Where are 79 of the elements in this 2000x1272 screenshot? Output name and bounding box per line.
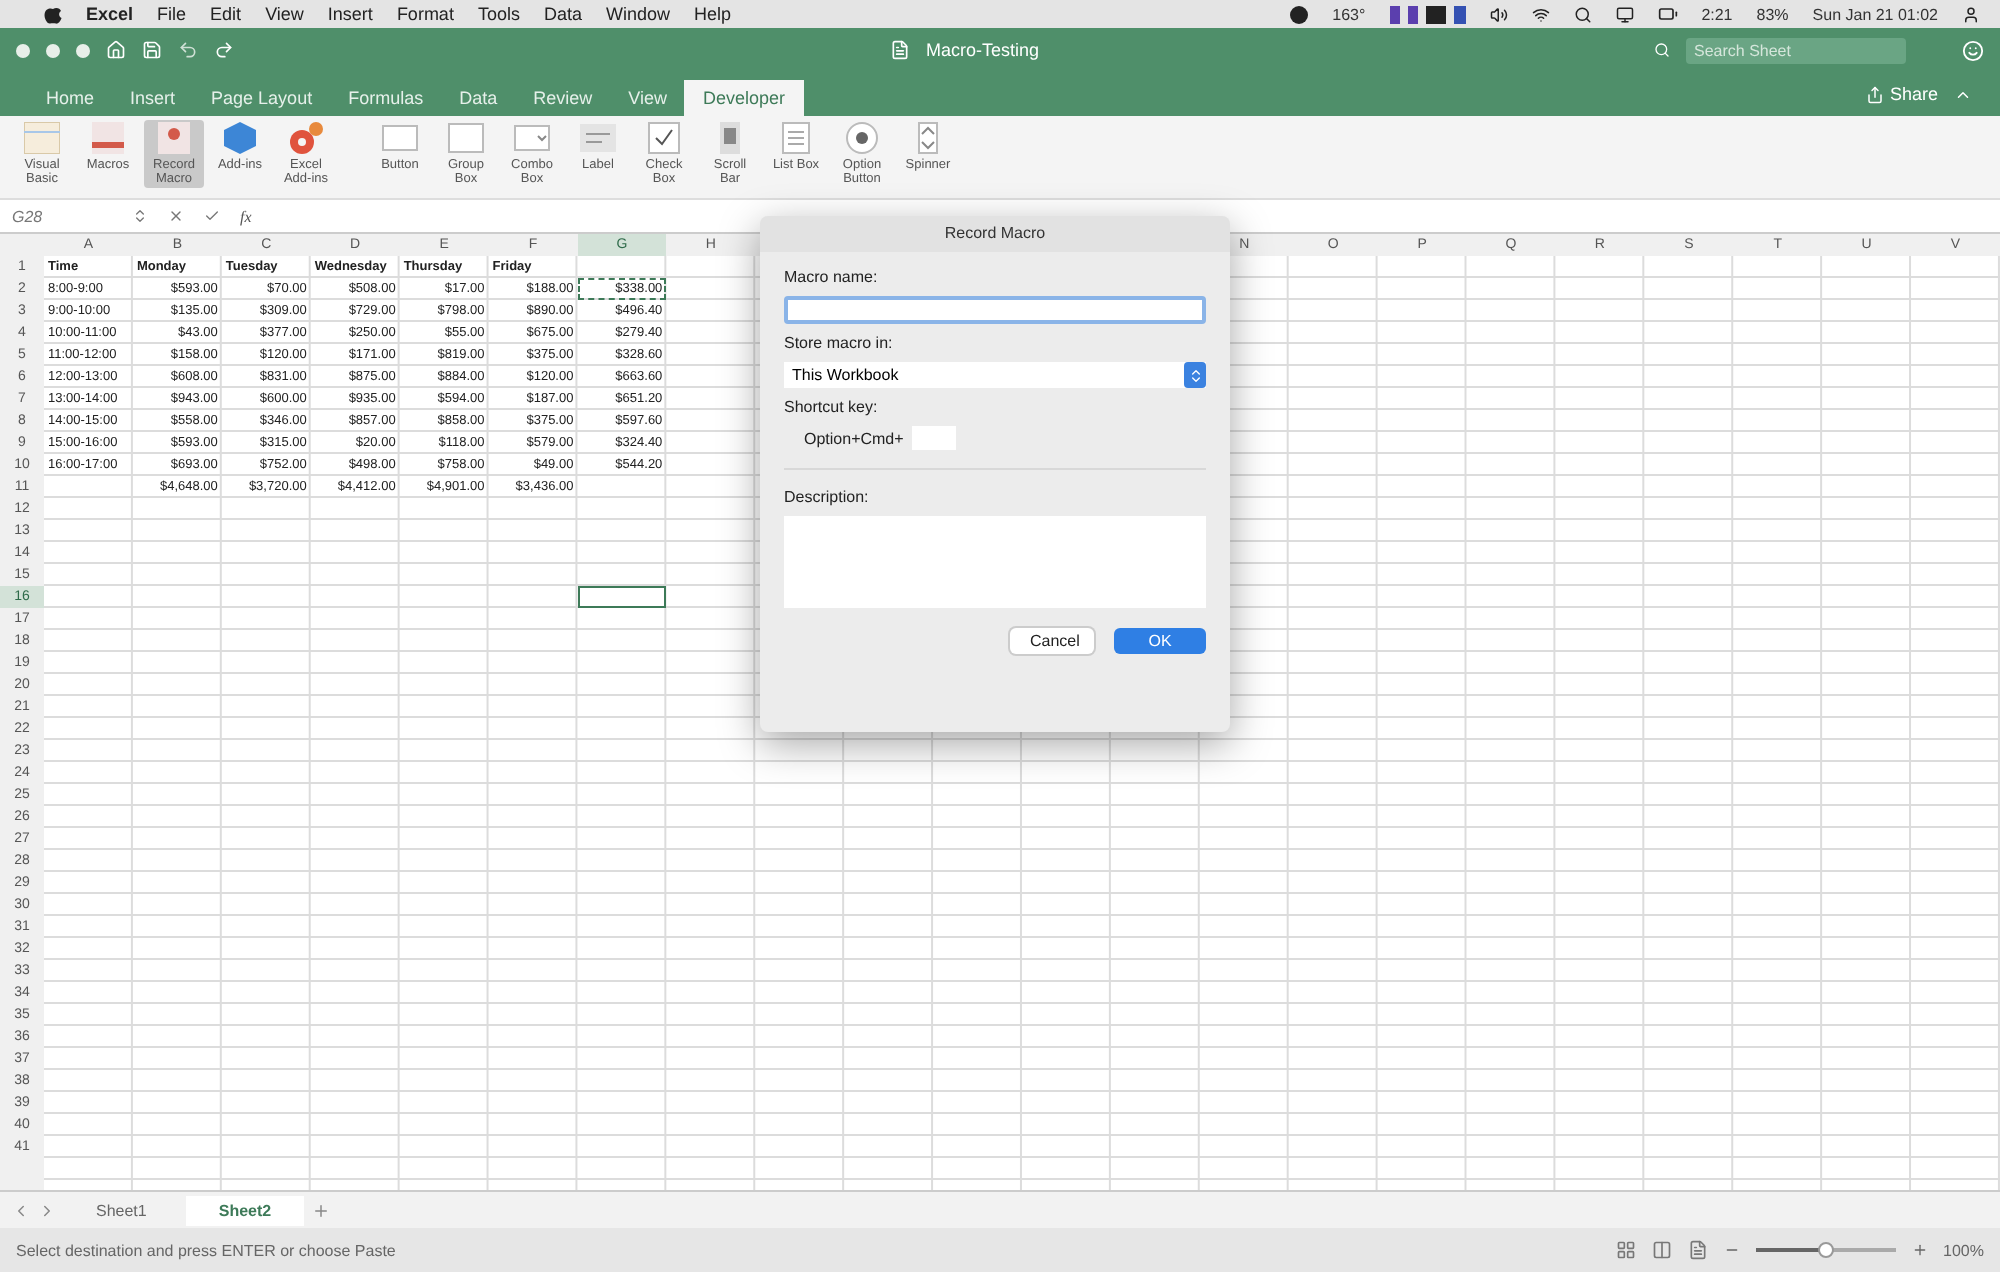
menu-item[interactable]: Tools [477,4,520,24]
checkbox-icon [646,122,682,154]
next-sheet-icon[interactable] [38,1201,56,1219]
temperature-text: 163° [1332,5,1366,23]
field-label: Shortcut key: [784,398,880,416]
save-icon[interactable] [142,40,162,60]
label-control-icon [580,122,616,154]
button-control-icon [382,122,418,154]
search-icon [1654,42,1670,58]
window-control-icon[interactable] [16,43,30,57]
menu-item[interactable]: File [157,4,187,24]
redo-icon[interactable] [214,40,234,60]
confirm-icon[interactable] [204,208,220,224]
menu-item[interactable]: Format [396,4,454,24]
field-label: Option+Cmd+ [804,429,904,447]
window-control-icon[interactable] [76,43,90,57]
zoom-slider-thumb[interactable] [1817,1242,1834,1258]
sheet-tab[interactable]: Sheet2 [186,1195,304,1225]
cancel-button[interactable]: Cancel [1010,628,1094,654]
gear-icon [288,122,324,154]
user-icon[interactable] [1962,5,1980,23]
cube-icon [222,122,258,154]
name-box[interactable]: G28 [12,207,112,225]
home-icon[interactable] [106,40,126,60]
ok-button[interactable]: OK [1114,628,1206,654]
stepper-icon [1184,362,1206,388]
document-icon [890,40,910,60]
apple-icon[interactable] [44,4,62,24]
radio-icon [844,122,880,154]
menu-item[interactable]: View [265,4,304,24]
battery-percent: 83% [1756,5,1789,23]
wifi-icon[interactable] [1531,5,1550,23]
field-label: Macro name: [784,268,880,286]
zoom-reading: 100% [1943,1241,1984,1259]
store-select[interactable]: This Workbook [784,362,1206,388]
menu-item[interactable]: Help [694,4,732,24]
battery-icon[interactable] [1657,4,1678,24]
combo-box-icon [514,122,550,154]
stepper-icon[interactable] [132,208,148,224]
search-icon[interactable] [1573,5,1592,23]
window-control-icon[interactable] [46,43,60,57]
list-box-icon [778,122,814,154]
field-label: Store macro in: [784,334,895,352]
editor-icon [24,122,60,154]
add-sheet-icon[interactable] [311,1201,330,1219]
previous-sheet-icon[interactable] [12,1201,30,1219]
record-icon [156,122,192,154]
share-button[interactable]: Share [1865,84,1938,104]
macro-name-field[interactable] [784,296,1206,324]
normal-view-icon[interactable] [1615,1240,1636,1260]
dialog-title: Record Macro [760,216,1230,252]
record-dot-icon[interactable] [1290,5,1309,23]
undo-icon[interactable] [178,40,198,60]
document-icon [90,122,126,154]
page-layout-icon[interactable] [1651,1240,1672,1260]
menu-item[interactable]: Data [543,4,582,24]
share-icon [1865,85,1884,103]
menu-item[interactable]: Insert [327,4,373,24]
sheet-tab[interactable]: Sheet1 [64,1195,179,1225]
menu-item[interactable]: Window [605,4,670,24]
zoom-in-icon[interactable] [1911,1242,1928,1258]
active-cell[interactable] [577,586,667,608]
window-title: Macro-Testing [926,40,1040,60]
display-icon[interactable] [1615,5,1634,23]
cancel-icon[interactable] [168,208,184,224]
menu-clock[interactable]: Sun Jan 21 01:02 [1812,5,1938,23]
app-menu[interactable]: Excel [86,4,134,24]
smiley-icon[interactable] [1962,39,1984,61]
meters-icon[interactable] [1389,5,1466,23]
ribbon-tab[interactable]: Developer [684,80,804,116]
status-message: Select destination and press ENTER or choose Paste [16,1241,396,1259]
search-field[interactable]: Search Sheet [1686,37,1906,63]
menu-item[interactable]: Edit [210,4,242,24]
battery-time: 2:21 [1701,5,1733,23]
page-break-icon[interactable] [1687,1240,1708,1260]
group-box-icon [448,122,484,154]
field-label: Description: [784,488,871,506]
volume-icon[interactable] [1489,5,1508,23]
function-label[interactable]: fx [240,207,252,225]
